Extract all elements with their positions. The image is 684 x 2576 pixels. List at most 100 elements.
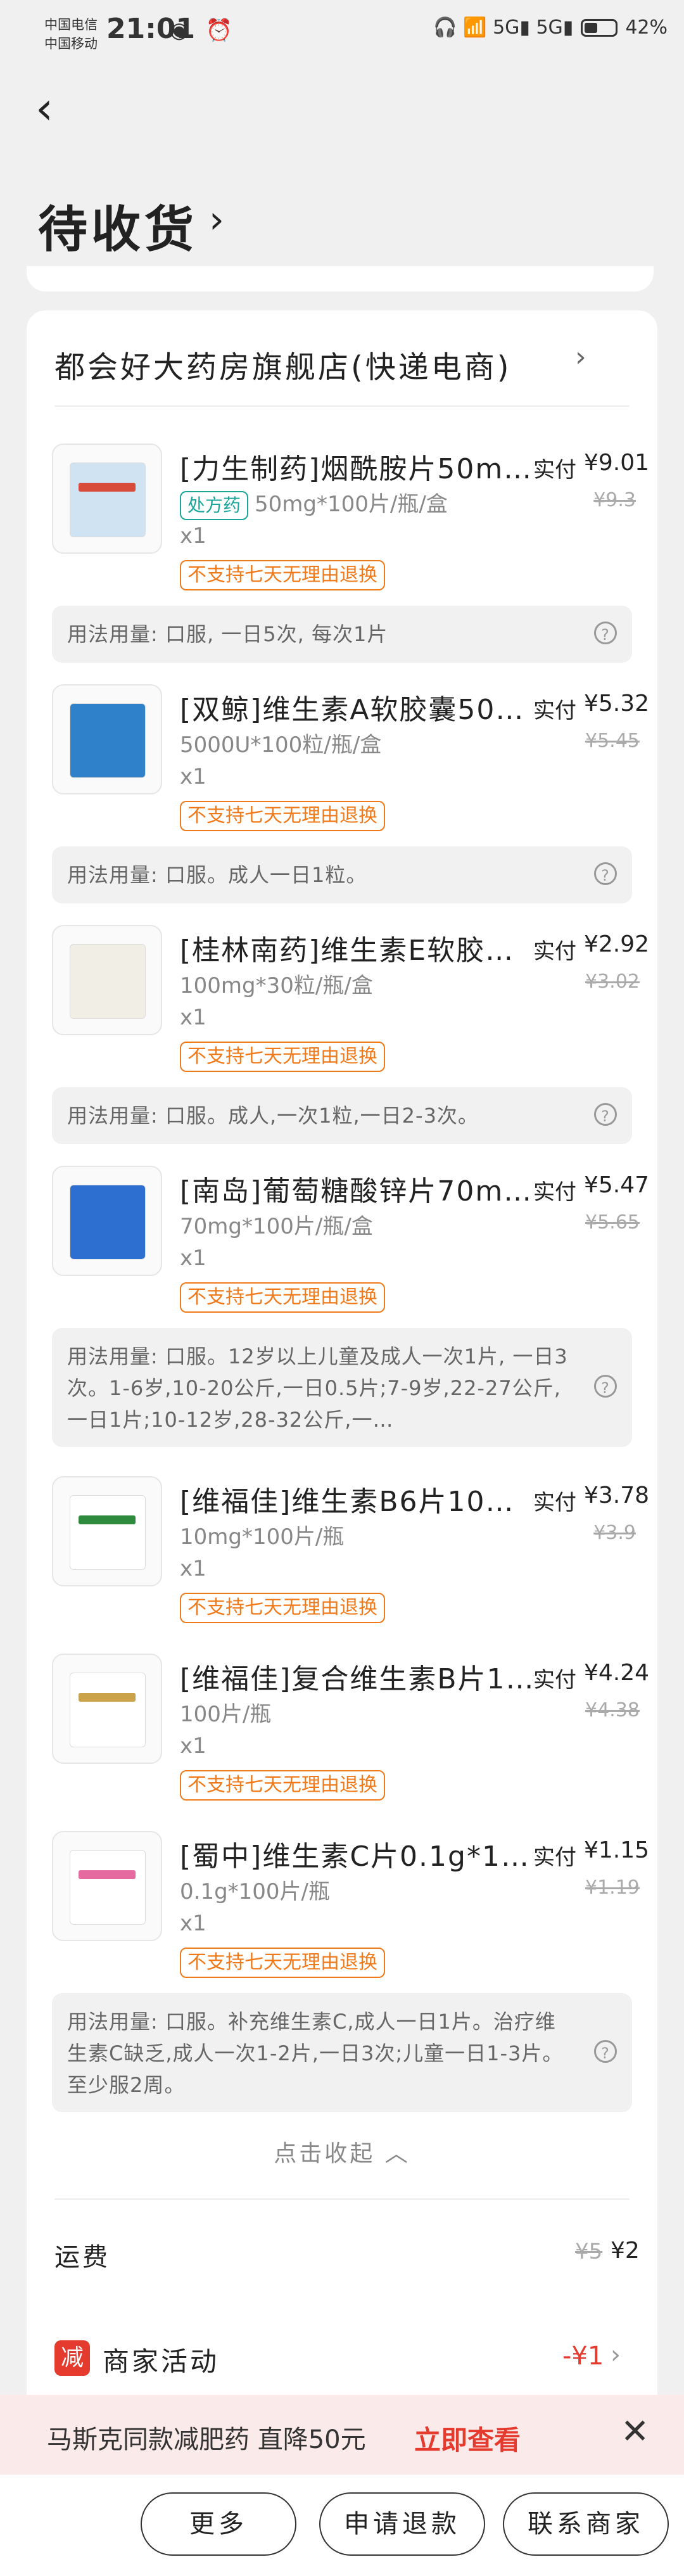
- shipping-original: ¥5: [575, 2239, 603, 2264]
- chevron-right-icon[interactable]: ›: [209, 198, 224, 242]
- product-image[interactable]: [52, 1654, 162, 1764]
- spec-text: 70mg*100片/瓶/盒: [180, 1214, 373, 1239]
- order-item[interactable]: [蜀中]维生素C片0.1g*100… 实付 ¥1.15 ¥1.19 0.1g*1…: [27, 1831, 657, 1983]
- product-image[interactable]: [52, 1831, 162, 1941]
- help-icon[interactable]: ?: [594, 1103, 617, 1126]
- quantity: x1: [180, 1556, 206, 1581]
- spec-text: 100片/瓶: [180, 1702, 272, 1727]
- status-right: 🎧 📶 5G▮ 5G▮ 42%: [433, 16, 668, 39]
- usage-note: 用法用量: 口服, 一日5次, 每次1片 ?: [52, 606, 632, 663]
- paid-label: 实付: [533, 1180, 576, 1205]
- shipping-fee: ¥2: [611, 2238, 640, 2264]
- battery-icon: [581, 18, 618, 37]
- order-item[interactable]: [维福佳]复合维生素B片1… 实付 ¥4.24 ¥4.38 100片/瓶 x1 …: [27, 1654, 657, 1806]
- paid-label: 实付: [533, 1667, 576, 1693]
- order-item[interactable]: [力生制药]烟酰胺片50m… 实付 ¥9.01 ¥9.3 处方药 50mg*100…: [27, 443, 657, 596]
- paid-amount: ¥3.78: [584, 1482, 650, 1508]
- divider: [54, 405, 630, 407]
- product-image[interactable]: [52, 1166, 162, 1276]
- help-icon[interactable]: ?: [594, 2040, 617, 2063]
- product-name[interactable]: [维福佳]复合维生素B片1…: [180, 1656, 541, 1697]
- no-return-badge: 不支持七天无理由退换: [180, 1042, 385, 1072]
- usage-text: 用法用量: 口服。成人一日1粒。: [67, 863, 367, 887]
- product-name[interactable]: [南岛]葡萄糖酸锌片70m…: [180, 1168, 541, 1209]
- quantity: x1: [180, 1005, 206, 1030]
- quantity: x1: [180, 764, 206, 789]
- spec-text: 5000U*100粒/瓶/盒: [180, 732, 382, 758]
- usage-note: 用法用量: 口服。补充维生素C,成人一日1片。治疗维生素C缺乏,成人一次1-2片…: [52, 1993, 632, 2112]
- original-price: ¥4.38: [585, 1699, 640, 1721]
- quantity: x1: [180, 1733, 206, 1759]
- spec-text: 10mg*100片/瓶: [180, 1524, 345, 1550]
- carrier-1: 中国电信: [44, 17, 98, 32]
- original-price: ¥5.65: [585, 1211, 640, 1234]
- product-image[interactable]: [52, 443, 162, 554]
- paid-label: 实付: [533, 1845, 576, 1870]
- product-name[interactable]: [蜀中]维生素C片0.1g*100…: [180, 1833, 541, 1874]
- product-image[interactable]: [52, 1476, 162, 1586]
- help-icon[interactable]: ?: [594, 1375, 617, 1398]
- carrier-info: 中国电信 中国移动: [44, 15, 98, 53]
- product-name[interactable]: [双鲸]维生素A软胶囊50…: [180, 687, 541, 727]
- status-bar: 中国电信 中国移动 21:01 ◉ ⏰ 🎧 📶 5G▮ 5G▮ 42%: [0, 0, 684, 70]
- promo-label[interactable]: 商家活动: [103, 2340, 219, 2379]
- banner-text[interactable]: 马斯克同款减肥药 直降50元: [47, 2419, 366, 2456]
- quantity: x1: [180, 1246, 206, 1271]
- promo-value: -¥1: [562, 2342, 604, 2371]
- order-card: 都会好大药房旗舰店(快递电商) › [力生制药]烟酰胺片50m… 实付 ¥9.0…: [27, 310, 657, 2496]
- shipping-label: 运费: [54, 2243, 110, 2272]
- help-icon[interactable]: ?: [594, 622, 617, 644]
- banner-cta-link[interactable]: 立即查看: [414, 2419, 521, 2458]
- usage-text: 用法用量: 口服。成人,一次1粒,一日2-3次。: [67, 1104, 479, 1128]
- order-item[interactable]: [南岛]葡萄糖酸锌片70m… 实付 ¥5.47 ¥5.65 70mg*100片/…: [27, 1166, 657, 1318]
- help-icon[interactable]: ?: [594, 862, 617, 885]
- request-refund-button[interactable]: 申请退款: [319, 2492, 485, 2556]
- paid-label: 实付: [533, 1490, 576, 1515]
- order-item[interactable]: [维福佳]维生素B6片10mg… 实付 ¥3.78 ¥3.9 10mg*100片…: [27, 1476, 657, 1628]
- page-title[interactable]: 待收货: [38, 190, 198, 261]
- ad-banner[interactable]: 马斯克同款减肥药 直降50元 立即查看 ✕: [0, 2395, 684, 2475]
- discount-badge-icon: 减: [54, 2340, 90, 2376]
- product-spec: 处方药 50mg*100片/瓶/盒: [180, 487, 448, 520]
- product-name[interactable]: [桂林南药]维生素E软胶…: [180, 928, 541, 968]
- order-item[interactable]: [桂林南药]维生素E软胶… 实付 ¥2.92 ¥3.02 100mg*30粒/瓶…: [27, 925, 657, 1077]
- no-return-badge: 不支持七天无理由退换: [180, 1770, 385, 1801]
- spec-text: 50mg*100片/瓶/盒: [255, 492, 448, 517]
- divider: [54, 2198, 630, 2200]
- previous-card: [27, 266, 654, 291]
- no-return-badge: 不支持七天无理由退换: [180, 1593, 385, 1623]
- quantity: x1: [180, 523, 206, 549]
- bottom-action-bar: 更多 申请退款 联系商家: [0, 2475, 684, 2576]
- back-icon[interactable]: ‹: [35, 82, 53, 134]
- rx-badge: 处方药: [180, 491, 249, 520]
- no-return-badge: 不支持七天无理由退换: [180, 1948, 385, 1978]
- original-price: ¥1.19: [585, 1877, 640, 1899]
- paid-amount: ¥5.47: [584, 1172, 650, 1198]
- paid-label: 实付: [533, 698, 576, 724]
- more-button[interactable]: 更多: [141, 2492, 296, 2556]
- store-name[interactable]: 都会好大药房旗舰店(快递电商): [54, 342, 511, 386]
- battery-percent: 42%: [625, 16, 668, 39]
- product-image[interactable]: [52, 925, 162, 1035]
- chevron-right-icon[interactable]: ›: [575, 341, 586, 373]
- paid-amount: ¥5.32: [584, 691, 650, 717]
- chevron-right-icon[interactable]: ›: [611, 2340, 621, 2369]
- carrier-2: 中国移动: [44, 36, 98, 51]
- original-price: ¥9.3: [593, 489, 636, 511]
- usage-text: 用法用量: 口服, 一日5次, 每次1片: [67, 622, 388, 646]
- spec-text: 100mg*30粒/瓶/盒: [180, 973, 373, 998]
- original-price: ¥3.02: [585, 971, 640, 993]
- paid-label: 实付: [533, 457, 576, 483]
- paid-amount: ¥2.92: [584, 931, 650, 957]
- product-image[interactable]: [52, 684, 162, 794]
- contact-seller-button[interactable]: 联系商家: [503, 2492, 669, 2556]
- order-item[interactable]: [双鲸]维生素A软胶囊50… 实付 ¥5.32 ¥5.45 5000U*100粒…: [27, 684, 657, 836]
- collapse-button[interactable]: 点击收起 ︿: [27, 2135, 657, 2168]
- product-name[interactable]: [维福佳]维生素B6片10mg…: [180, 1479, 541, 1519]
- close-icon[interactable]: ✕: [621, 2411, 649, 2451]
- product-name[interactable]: [力生制药]烟酰胺片50m…: [180, 446, 541, 487]
- usage-text: 用法用量: 口服。12岁以上儿童及成人一次1片, 一日3次。1-6岁,10-20…: [67, 1344, 568, 1432]
- usage-note: 用法用量: 口服。12岁以上儿童及成人一次1片, 一日3次。1-6岁,10-20…: [52, 1328, 632, 1447]
- eye-alarm-icons: ◉ ⏰: [170, 18, 238, 43]
- usage-note: 用法用量: 口服。成人,一次1粒,一日2-3次。 ?: [52, 1087, 632, 1144]
